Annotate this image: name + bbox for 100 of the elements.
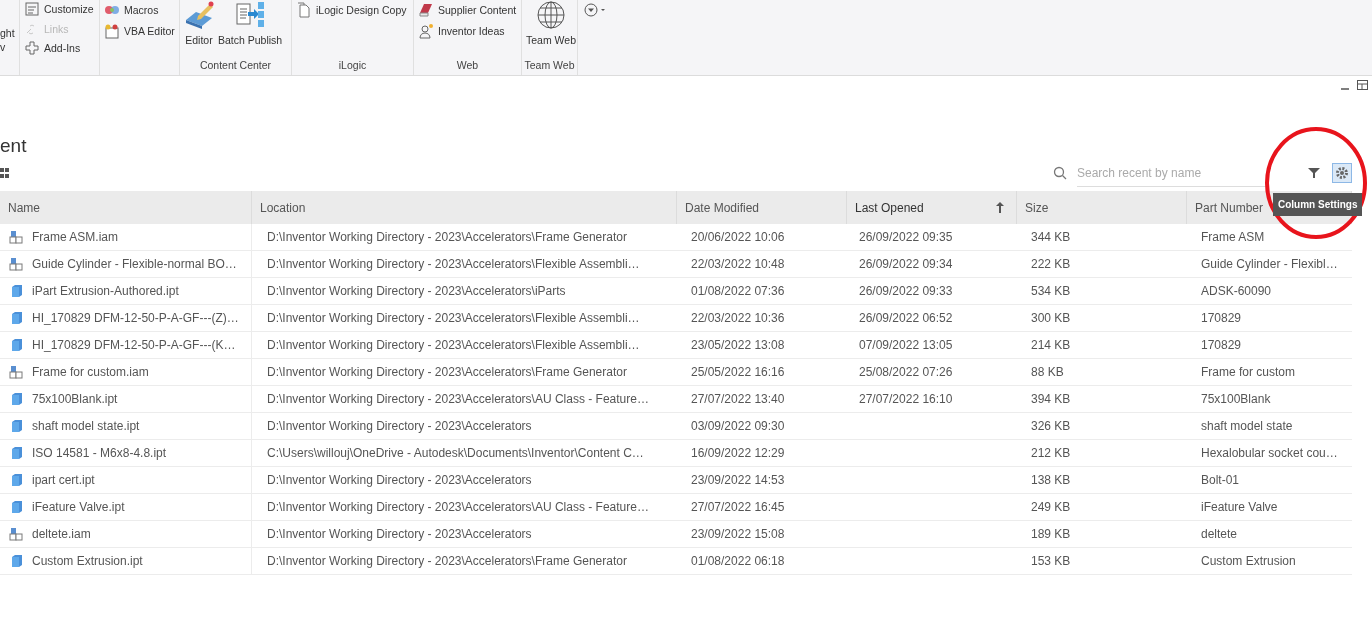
table-cell: 170829	[1201, 338, 1242, 352]
table-cell: 23/09/2022 14:53	[691, 473, 785, 487]
table-cell: D:\Inventor Working Directory - 2023\Accelerators\Flexible Assembli…	[267, 257, 640, 271]
panel-label: Team Web	[524, 59, 575, 71]
ribbon-button[interactable]: Inventor Ideas	[418, 21, 517, 40]
table-cell: deltete	[1201, 527, 1238, 541]
table-cell: iPart Extrusion-Authored.ipt	[32, 284, 179, 298]
panel-label: Web	[456, 59, 479, 71]
table-cell: 22/03/2022 10:36	[691, 311, 785, 325]
table-cell: Custom Extrusion	[1201, 554, 1296, 568]
ribbon-button[interactable]: Supplier Content	[418, 0, 517, 19]
settings-icon	[1335, 166, 1349, 180]
table-cell: ADSK-60090	[1201, 284, 1272, 298]
filter-icon	[1308, 167, 1320, 179]
table-cell: 75x100Blank	[1201, 392, 1271, 406]
tooltip: Column Settings	[1273, 193, 1363, 216]
column-header[interactable]: Last Opened	[847, 191, 1017, 224]
grid-view-icon[interactable]	[0, 168, 9, 178]
table-cell: 300 KB	[1031, 311, 1071, 325]
sort-up-icon	[996, 202, 1004, 213]
table-cell: Bolt-01	[1201, 473, 1240, 487]
table-cell: C:\Users\willouj\OneDrive - Autodesk\Documents\Inventor\Content C…	[267, 446, 644, 460]
table-cell: D:\Inventor Working Directory - 2023\Accelerators\Frame Generator	[267, 230, 627, 244]
table-cell: D:\Inventor Working Directory - 2023\Accelerators\AU Class - Feature…	[267, 392, 649, 406]
table-cell: 75x100Blank.ipt	[32, 392, 118, 406]
table-cell: D:\Inventor Working Directory - 2023\Accelerators\Flexible Assembli…	[267, 338, 640, 352]
part-icon	[9, 392, 23, 406]
ribbon-button[interactable]: Editor	[184, 0, 214, 57]
table-cell: shaft model state	[1201, 419, 1293, 433]
search-icon	[1053, 166, 1067, 180]
table-cell: 27/07/2022 16:45	[691, 500, 785, 514]
table-cell: D:\Inventor Working Directory - 2023\Accelerators\iParts	[267, 284, 566, 298]
column-header[interactable]: Size	[1017, 191, 1187, 224]
table-cell: 534 KB	[1031, 284, 1071, 298]
part-icon	[9, 311, 23, 325]
table-cell: 26/09/2022 09:34	[859, 257, 953, 271]
table-cell: D:\Inventor Working Directory - 2023\Accelerators\Frame Generator	[267, 554, 627, 568]
part-icon	[9, 284, 23, 298]
search-field[interactable]: Search recent by name	[1077, 159, 1267, 187]
dropdown-icon[interactable]	[584, 3, 608, 17]
table-cell: shaft model state.ipt	[32, 419, 140, 433]
table-cell: Frame for custom	[1201, 365, 1296, 379]
part-icon	[9, 554, 23, 568]
table-cell: iFeature Valve.ipt	[32, 500, 125, 514]
table-cell: iFeature Valve	[1201, 500, 1278, 514]
ribbon-button[interactable]: VBA Editor	[104, 21, 175, 40]
table-cell: 170829	[1201, 311, 1242, 325]
table-cell: 16/09/2022 12:29	[691, 446, 785, 460]
table-cell: 27/07/2022 16:10	[859, 392, 953, 406]
column-header[interactable]: Date Modified	[677, 191, 847, 224]
plus-icon	[24, 40, 40, 57]
column-settings-button[interactable]	[1332, 163, 1352, 183]
assembly-icon	[9, 257, 23, 271]
table-cell: Hexalobular socket cou…	[1201, 446, 1338, 460]
table-cell: 26/09/2022 09:35	[859, 230, 953, 244]
table-cell: D:\Inventor Working Directory - 2023\Accelerators	[267, 473, 532, 487]
column-header[interactable]: Location	[252, 191, 677, 224]
table-cell: Guide Cylinder - Flexibl…	[1201, 257, 1338, 271]
ribbon-button[interactable]: Macros	[104, 0, 175, 19]
table-cell: 212 KB	[1031, 446, 1071, 460]
table-cell: 26/09/2022 09:33	[859, 284, 953, 298]
globe-icon	[536, 0, 566, 30]
table-cell: Frame for custom.iam	[32, 365, 149, 379]
restore-icon[interactable]	[1357, 80, 1368, 90]
assembly-icon	[9, 527, 23, 541]
table-cell: ISO 14581 - M6x8-4.8.ipt	[32, 446, 167, 460]
table-cell: 189 KB	[1031, 527, 1071, 541]
table-cell: 214 KB	[1031, 338, 1071, 352]
ribbon-button[interactable]: Batch Publish	[218, 0, 283, 57]
table-cell: D:\Inventor Working Directory - 2023\Accelerators	[267, 527, 532, 541]
table-cell: ipart cert.ipt	[32, 473, 95, 487]
table-cell: deltete.iam	[32, 527, 91, 541]
table-cell: 27/07/2022 13:40	[691, 392, 785, 406]
window-icon	[104, 22, 120, 39]
person-icon	[418, 22, 434, 39]
button-label[interactable]: ght	[0, 26, 15, 40]
table-cell: 25/08/2022 07:26	[859, 365, 953, 379]
column-header[interactable]: Name	[0, 191, 252, 224]
part-icon	[9, 473, 23, 487]
table-cell: 394 KB	[1031, 392, 1071, 406]
panel-label: iLogic	[338, 59, 367, 71]
button-label[interactable]: v	[0, 40, 15, 54]
part-icon	[9, 419, 23, 433]
assembly-icon	[9, 365, 23, 379]
ribbon-button[interactable]: iLogic Design Copy	[296, 0, 407, 19]
part-icon	[9, 446, 23, 460]
ribbon-button[interactable]: Add-Ins	[24, 39, 94, 57]
table-cell: Custom Extrusion.ipt	[32, 554, 143, 568]
table-cell: 20/06/2022 10:06	[691, 230, 785, 244]
ribbon-button[interactable]: Customize	[24, 0, 94, 18]
table-cell: 03/09/2022 09:30	[691, 419, 785, 433]
table-cell: HI_170829 DFM-12-50-P-A-GF---(Z)…	[32, 311, 239, 325]
table-cell: 326 KB	[1031, 419, 1071, 433]
table-cell: Frame ASM	[1201, 230, 1265, 244]
table-cell: Guide Cylinder - Flexible-normal BO…	[32, 257, 237, 271]
ribbon-button[interactable]: Team Web	[526, 0, 576, 57]
table-cell: 26/09/2022 06:52	[859, 311, 953, 325]
table-cell: 22/03/2022 10:48	[691, 257, 785, 271]
table-cell: 01/08/2022 06:18	[691, 554, 785, 568]
table-cell: 25/05/2022 16:16	[691, 365, 785, 379]
